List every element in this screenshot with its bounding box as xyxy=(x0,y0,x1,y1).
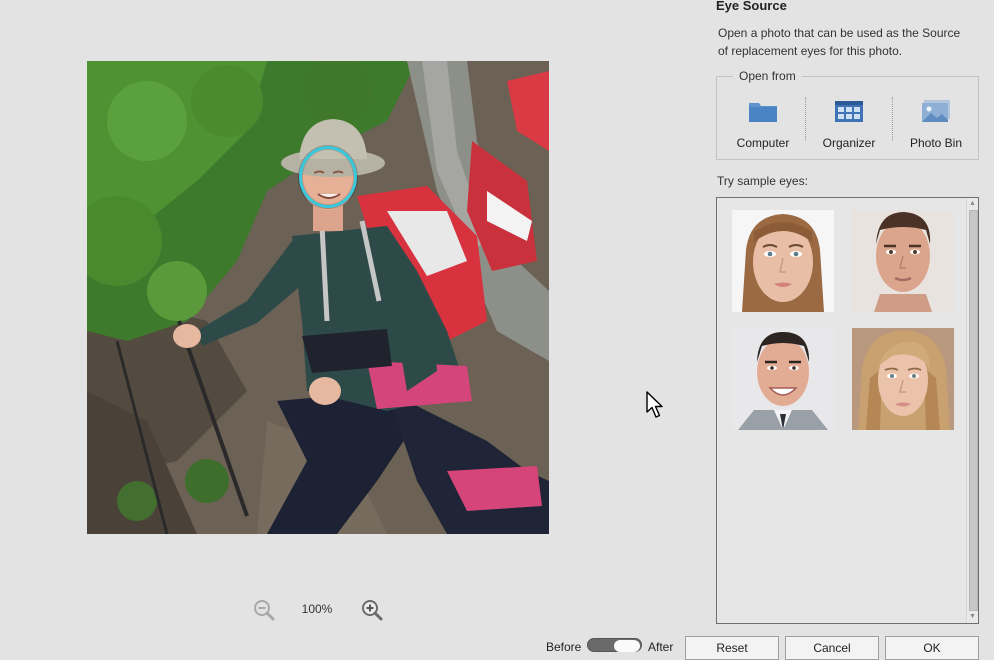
sample-face-4[interactable] xyxy=(852,328,954,430)
zoom-level: 100% xyxy=(301,602,333,616)
sample-eyes-list: ▲ ▼ xyxy=(716,197,979,624)
divider xyxy=(805,97,806,141)
reset-button[interactable]: Reset xyxy=(685,636,779,660)
eye-selection-ring[interactable] xyxy=(299,146,357,208)
sample-face-2[interactable] xyxy=(852,210,954,312)
photo-bin-label: Photo Bin xyxy=(909,136,963,150)
sample-eyes-label: Try sample eyes: xyxy=(717,174,808,188)
scroll-up-icon[interactable]: ▲ xyxy=(967,199,978,209)
open-from-legend: Open from xyxy=(733,69,802,83)
toggle-knob xyxy=(614,640,640,652)
before-label: Before xyxy=(546,640,582,654)
computer-label: Computer xyxy=(736,136,790,150)
main-photo[interactable] xyxy=(87,61,549,534)
folder-icon xyxy=(733,99,793,128)
sample-face-3[interactable] xyxy=(732,328,834,430)
divider xyxy=(892,97,893,141)
open-from-organizer-button[interactable]: Organizer xyxy=(818,99,880,150)
sample-scrollbar[interactable]: ▲ ▼ xyxy=(966,198,978,623)
scroll-down-icon[interactable]: ▼ xyxy=(967,612,978,622)
hiker-photo-illustration xyxy=(87,61,549,534)
panel-title: Eye Source xyxy=(716,0,787,13)
after-label: After xyxy=(648,640,674,654)
grid-icon xyxy=(818,99,880,128)
zoom-out-icon[interactable] xyxy=(252,598,276,622)
scroll-thumb[interactable] xyxy=(969,210,978,611)
sample-face-1[interactable] xyxy=(732,210,834,312)
zoom-in-icon[interactable] xyxy=(360,598,384,622)
panel-description: Open a photo that can be used as the Sou… xyxy=(718,26,961,58)
ok-button[interactable]: OK xyxy=(885,636,979,660)
image-icon xyxy=(905,99,967,128)
open-from-computer-button[interactable]: Computer xyxy=(733,99,793,150)
open-from-group: Open from Computer Organizer Photo Bin xyxy=(716,69,979,160)
organizer-label: Organizer xyxy=(822,136,876,150)
cancel-button[interactable]: Cancel xyxy=(785,636,879,660)
open-from-photo-bin-button[interactable]: Photo Bin xyxy=(905,99,967,150)
mouse-cursor-icon xyxy=(646,391,664,424)
before-after-toggle[interactable] xyxy=(587,638,642,652)
